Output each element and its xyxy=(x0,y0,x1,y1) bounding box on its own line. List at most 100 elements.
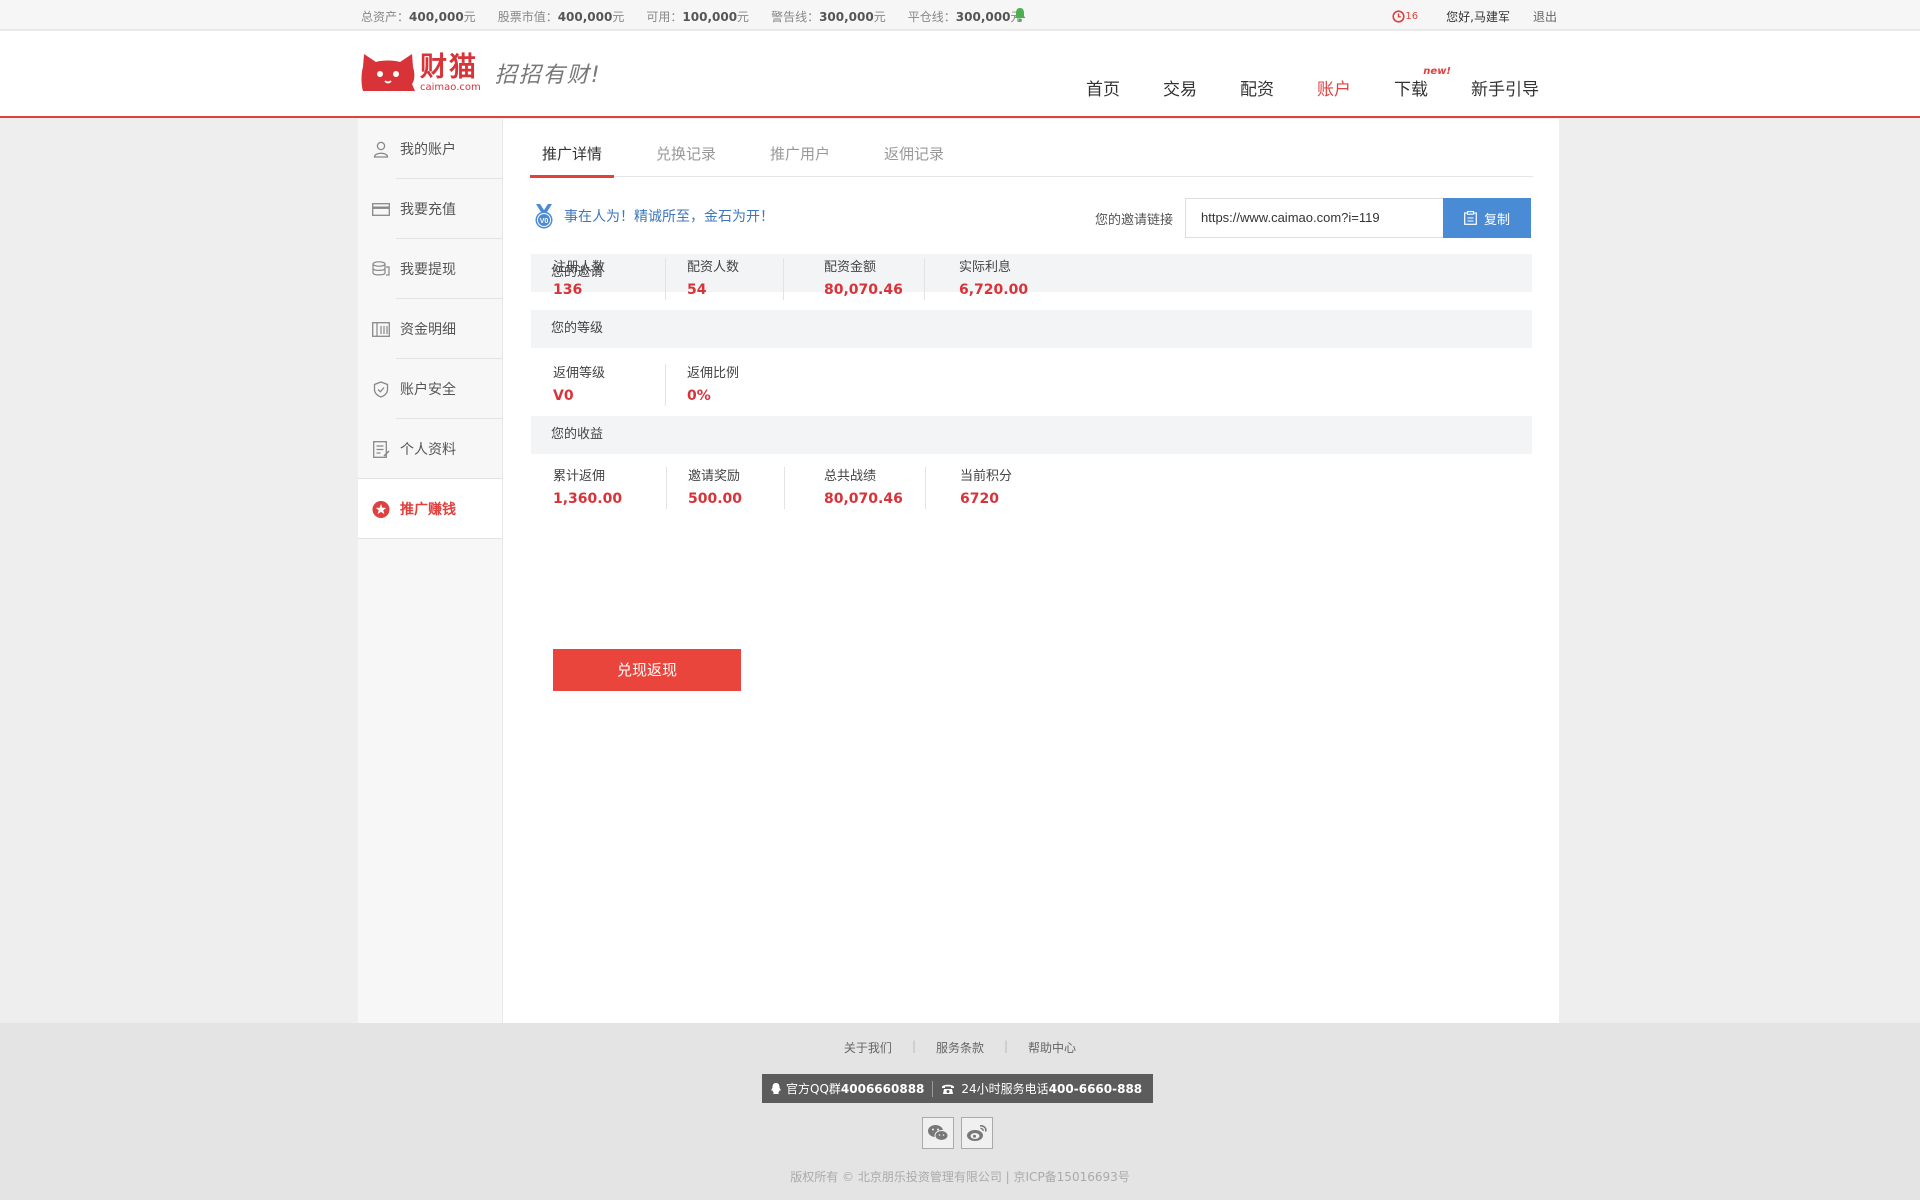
stat-label: 实际利息 xyxy=(959,260,1012,275)
nav-beginner-guide[interactable]: 新手引导 xyxy=(1471,75,1539,100)
copy-button-label: 复制 xyxy=(1483,212,1510,228)
stat-label: 总资产： xyxy=(361,10,410,24)
stat-unit: 元 xyxy=(612,10,625,24)
stat-unit: 元 xyxy=(737,10,750,24)
sidebar-item-profile[interactable]: 个人资料 xyxy=(358,419,502,479)
level-badge-text: V0 xyxy=(540,218,549,225)
stat-label: 注册人数 xyxy=(553,260,606,275)
phone-number: 400-6660-888 xyxy=(1048,1081,1143,1096)
footer-link-terms[interactable]: 服务条款 xyxy=(916,1039,1004,1056)
coins-icon xyxy=(372,260,390,278)
logout-link[interactable]: 退出 xyxy=(1533,8,1557,25)
main-nav: 首页 交易 配资 账户 下载 new! 新手引导 xyxy=(1086,66,1582,100)
stat-label: 配资人数 xyxy=(687,260,740,275)
sidebar-item-label: 推广赚钱 xyxy=(400,502,456,518)
brand-name: 财猫 xyxy=(420,51,478,83)
stat-label: 平仓线： xyxy=(907,10,956,24)
stat-current-points: 当前积分 6720 xyxy=(925,467,1085,512)
stat-label: 总共战绩 xyxy=(824,469,877,484)
stat-label: 累计返佣 xyxy=(553,469,606,484)
tab-exchange-records[interactable]: 兑换记录 xyxy=(644,143,728,177)
clock-icon xyxy=(1392,10,1406,23)
stat-value: 100,000 xyxy=(682,10,738,24)
stat-label: 返佣等级 xyxy=(553,366,606,381)
message-count: 16 xyxy=(1405,11,1419,22)
wechat-icon[interactable] xyxy=(922,1117,954,1149)
stat-available: 可用：100,000元 xyxy=(646,8,749,25)
sidebar-item-fund-details[interactable]: 资金明细 xyxy=(358,299,502,359)
service-phone[interactable]: 24小时服务电话 400-6660-888 xyxy=(933,1080,1150,1097)
stat-registered-users: 注册人数 136 xyxy=(531,258,665,303)
stat-liquidation-line: 平仓线：300,000元 xyxy=(908,8,1023,25)
stat-actual-interest: 实际利息 6,720.00 xyxy=(924,258,1084,303)
invite-link-label: 您的邀请链接 xyxy=(1094,212,1173,228)
brand-domain: caimao.com xyxy=(420,81,481,93)
cat-logo-icon xyxy=(361,54,415,91)
sidebar-item-label: 账户安全 xyxy=(400,382,456,398)
phone-icon xyxy=(942,1084,955,1094)
invite-link-field[interactable]: https://www.caimao.com?i=119 xyxy=(1185,198,1443,238)
site-footer: 关于我们 | 服务条款 | 帮助中心 官方QQ群 4006660888 24小时服… xyxy=(0,1023,1920,1200)
stat-warning-line: 警告线：300,000元 xyxy=(771,8,886,25)
sidebar-item-promote-earn[interactable]: 推广赚钱 xyxy=(358,479,502,539)
tab-promotion-details[interactable]: 推广详情 xyxy=(530,143,615,178)
stat-stock-value: 股票市值：400,000元 xyxy=(498,8,625,25)
nav-account[interactable]: 账户 xyxy=(1317,75,1351,100)
qq-icon xyxy=(771,1083,781,1094)
nav-download[interactable]: 下载 new! xyxy=(1394,66,1451,100)
stat-label: 当前积分 xyxy=(960,469,1013,484)
sidebar-item-withdraw[interactable]: 我要提现 xyxy=(358,239,502,299)
user-greeting[interactable]: 您好,马建军 xyxy=(1446,8,1510,25)
tab-commission-records[interactable]: 返佣记录 xyxy=(872,143,956,177)
footer-link-about[interactable]: 关于我们 xyxy=(824,1039,912,1056)
qq-group[interactable]: 官方QQ群 4006660888 xyxy=(762,1080,932,1097)
sidebar-item-recharge[interactable]: 我要充值 xyxy=(358,179,502,239)
sidebar-item-security[interactable]: 账户安全 xyxy=(358,359,502,419)
message-indicator[interactable]: 16 xyxy=(1392,10,1418,23)
nav-financing[interactable]: 配资 xyxy=(1240,75,1274,100)
contact-bar: 官方QQ群 4006660888 24小时服务电话 400-6660-888 xyxy=(762,1074,1153,1103)
footer-link-help[interactable]: 帮助中心 xyxy=(1008,1039,1096,1056)
stat-unit: 元 xyxy=(873,10,886,24)
site-logo[interactable]: 财猫 caimao.com 招招有财! xyxy=(360,53,602,93)
asset-summary: 总资产：400,000元 股票市值：400,000元 可用：100,000元 警… xyxy=(361,8,1044,25)
stat-invite-reward: 邀请奖励 500.00 xyxy=(666,467,784,512)
card-icon xyxy=(372,200,390,218)
sidebar-item-label: 我要提现 xyxy=(400,262,456,278)
section-your-level: 您的等级 xyxy=(531,310,1532,348)
stat-value: 80,070.46 xyxy=(824,282,903,298)
stat-value: 1,360.00 xyxy=(553,491,623,507)
nav-home[interactable]: 首页 xyxy=(1086,75,1120,100)
site-header: 财猫 caimao.com 招招有财! 首页 交易 配资 账户 下载 new! 新… xyxy=(0,31,1920,118)
invite-link-box: 您的邀请链接 https://www.caimao.com?i=119 复制 xyxy=(1095,198,1531,238)
star-icon xyxy=(372,500,390,518)
weibo-icon[interactable] xyxy=(961,1117,993,1149)
sidebar-item-my-account[interactable]: 我的账户 xyxy=(358,119,502,179)
social-links xyxy=(922,1117,1000,1149)
stat-financing-amount: 配资金额 80,070.46 xyxy=(783,258,924,303)
copy-button[interactable]: 复制 xyxy=(1443,198,1531,238)
qq-label: 官方QQ群 xyxy=(786,1082,841,1096)
user-icon xyxy=(372,140,390,158)
sidebar-item-label: 我的账户 xyxy=(400,142,456,158)
stat-label: 配资金额 xyxy=(824,260,877,275)
nav-download-label: 下载 xyxy=(1394,80,1428,100)
stat-total-record: 总共战绩 80,070.46 xyxy=(784,467,925,512)
account-sidebar: 我的账户 我要充值 我要提现 资金明细 账户安全 个人资料 推广赚钱 xyxy=(358,119,503,1023)
cashout-button[interactable]: 兑现返现 xyxy=(553,649,741,691)
stat-value: 0% xyxy=(687,388,711,404)
stat-value: 6720 xyxy=(960,491,999,507)
stat-commission-level: 返佣等级 V0 xyxy=(531,364,665,409)
stat-commission-ratio: 返佣比例 0% xyxy=(665,364,805,409)
promotion-panel: 推广详情 兑换记录 推广用户 返佣记录 V0 事在人为！精诚所至，金石为开！ 您… xyxy=(503,119,1559,1023)
stat-value: 300,000 xyxy=(955,10,1011,24)
footer-links: 关于我们 | 服务条款 | 帮助中心 xyxy=(0,1039,1920,1056)
tab-promoted-users[interactable]: 推广用户 xyxy=(758,143,842,177)
invite-stats-visible: 注册人数 136 配资人数 54 配资金额 80,070.46 实际利息 6,7… xyxy=(531,258,1532,303)
bell-icon[interactable] xyxy=(1013,7,1027,22)
stat-label: 股票市值： xyxy=(497,10,558,24)
stat-unit: 元 xyxy=(463,10,476,24)
section-your-income: 您的收益 xyxy=(531,416,1532,454)
stat-label: 邀请奖励 xyxy=(688,469,741,484)
nav-trade[interactable]: 交易 xyxy=(1163,75,1197,100)
